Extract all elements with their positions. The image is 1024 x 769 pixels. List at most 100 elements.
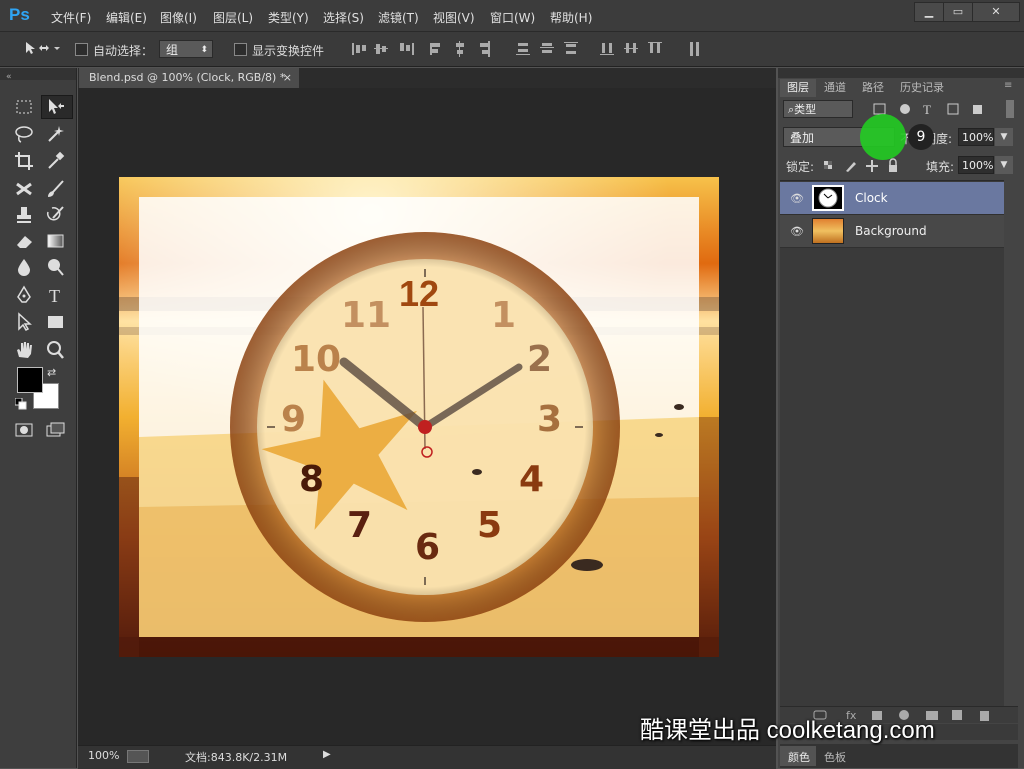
hand-tool-icon[interactable]: [13, 339, 35, 361]
opacity-input[interactable]: 100%: [958, 128, 994, 146]
panel-menu-icon[interactable]: ≡: [1004, 80, 1012, 91]
marquee-tool-icon[interactable]: [13, 96, 35, 118]
watermark-text: 酷课堂出品 coolketang.com: [640, 717, 935, 744]
tab-paths[interactable]: 路径: [862, 79, 884, 95]
eraser-tool-icon[interactable]: [13, 230, 35, 252]
clock-numeral-6: 6: [415, 527, 441, 568]
menu-layer[interactable]: 图层(L): [213, 9, 253, 26]
lock-label: 锁定:: [786, 160, 815, 174]
clock-numeral-2: 2: [527, 339, 553, 380]
menu-edit[interactable]: 编辑(E): [106, 9, 147, 26]
zoom-level[interactable]: 100%: [88, 749, 119, 762]
document-tab[interactable]: Blend.psd @ 100% (Clock, RGB/8) * ×: [79, 68, 299, 88]
healing-brush-tool-icon[interactable]: [13, 178, 35, 200]
clock-numeral-9: 9: [281, 399, 307, 440]
toolbox: [0, 68, 77, 768]
magic-wand-tool-icon[interactable]: [44, 123, 66, 145]
pen-tool-icon[interactable]: [13, 284, 35, 306]
clock-numeral-10: 10: [291, 339, 342, 380]
auto-select-value: 组: [166, 43, 179, 57]
zoom-tool-icon[interactable]: [44, 339, 66, 361]
fill-label: 填充:: [926, 160, 955, 174]
type-tool-icon[interactable]: T: [44, 284, 66, 306]
move-tool-icon[interactable]: [44, 96, 66, 118]
tab-color[interactable]: 颜色: [788, 749, 810, 765]
clock-numeral-1: 1: [491, 295, 517, 336]
menu-window[interactable]: 窗口(W): [490, 9, 535, 26]
menu-view[interactable]: 视图(V): [433, 9, 475, 26]
tab-history[interactable]: 历史记录: [900, 79, 944, 95]
crop-tool-icon[interactable]: [13, 150, 35, 172]
clock-numeral-3: 3: [537, 399, 563, 440]
brush-tool-icon[interactable]: [44, 178, 66, 200]
close-window-button[interactable]: ✕: [972, 2, 1020, 22]
show-transform-label: 显示变换控件: [252, 44, 325, 58]
svg-text:T: T: [923, 102, 931, 117]
auto-select-checkbox[interactable]: [75, 43, 88, 56]
layer-name[interactable]: Clock: [855, 191, 888, 205]
eyedropper-tool-icon[interactable]: [44, 150, 66, 172]
clock-numeral-7: 7: [347, 505, 373, 546]
clock-numeral-12: 12: [399, 273, 440, 314]
menu-image[interactable]: 图像(I): [160, 9, 197, 26]
clock-numeral-4: 4: [519, 459, 545, 500]
menu-filter[interactable]: 滤镜(T): [378, 9, 419, 26]
menu-help[interactable]: 帮助(H): [550, 9, 592, 26]
document-canvas[interactable]: 12 1 2 3 4 5 6 7 8 9 10 11: [119, 177, 719, 657]
swap-colors-icon[interactable]: ⇄: [47, 366, 59, 379]
clock-thumbnail: [812, 185, 844, 211]
dropdown-arrows-icon: ⬍: [200, 45, 208, 55]
show-transform-checkbox[interactable]: [234, 43, 247, 56]
click-marker-circle: [860, 114, 906, 160]
zoom-icon[interactable]: [127, 750, 149, 763]
foreground-color-swatch[interactable]: [17, 367, 43, 393]
quick-mask-icon[interactable]: [13, 419, 35, 441]
filter-kind-value: 类型: [794, 103, 817, 116]
restore-button[interactable]: ▭: [943, 2, 973, 22]
filter-toggle[interactable]: [1006, 100, 1014, 118]
background-thumbnail: [812, 218, 844, 244]
status-menu-arrow-icon[interactable]: ▶: [323, 749, 331, 760]
visibility-eye-icon[interactable]: 👁: [790, 192, 804, 205]
layer-row-background[interactable]: 👁 Background: [780, 215, 1004, 248]
layer-list: [780, 180, 1004, 707]
fill-input[interactable]: 100%: [958, 156, 994, 174]
tab-swatches[interactable]: 色板: [824, 749, 846, 765]
tab-channels[interactable]: 通道: [824, 79, 846, 95]
opacity-dropdown-icon[interactable]: ▼: [995, 128, 1013, 146]
fill-dropdown-icon[interactable]: ▼: [995, 156, 1013, 174]
clone-stamp-tool-icon[interactable]: [13, 204, 35, 226]
gradient-tool-icon[interactable]: [44, 230, 66, 252]
blend-mode-value: 叠加: [790, 131, 815, 145]
default-colors-icon[interactable]: [14, 397, 27, 410]
layer-name[interactable]: Background: [855, 224, 927, 238]
menu-type[interactable]: 类型(Y): [268, 9, 309, 26]
visibility-eye-icon[interactable]: 👁: [790, 225, 804, 238]
history-brush-tool-icon[interactable]: [44, 204, 66, 226]
document-tab-title: Blend.psd @ 100% (Clock, RGB/8) *: [89, 71, 286, 84]
move-tool-preset[interactable]: [22, 40, 62, 56]
lasso-tool-icon[interactable]: [13, 123, 35, 145]
clock-numeral-11: 11: [341, 295, 392, 336]
minimize-button[interactable]: ▁: [914, 2, 944, 22]
tab-close-icon[interactable]: ×: [283, 68, 292, 88]
auto-select-label: 自动选择：: [93, 44, 154, 58]
path-selection-tool-icon[interactable]: [13, 311, 35, 333]
layer-row-clock[interactable]: 👁 Clock: [780, 182, 1004, 215]
rectangle-tool-icon[interactable]: [44, 311, 66, 333]
tab-layers[interactable]: 图层: [787, 79, 809, 95]
clock-numeral-5: 5: [477, 505, 503, 546]
layer-filter-dropdown[interactable]: ⌕类型: [783, 100, 853, 118]
screen-mode-icon[interactable]: [44, 419, 66, 441]
menu-file[interactable]: 文件(F): [51, 9, 91, 26]
blur-tool-icon[interactable]: [13, 256, 35, 278]
step-number-badge: 9: [908, 124, 934, 150]
auto-select-dropdown[interactable]: 组 ⬍: [159, 40, 213, 58]
svg-text:T: T: [49, 286, 60, 306]
move-tool-icon: [26, 42, 60, 54]
menu-select[interactable]: 选择(S): [323, 9, 364, 26]
panel-dock-header: [778, 68, 1024, 78]
status-bar: [78, 745, 776, 769]
toolbox-header: «: [0, 68, 76, 82]
dodge-tool-icon[interactable]: [44, 256, 66, 278]
